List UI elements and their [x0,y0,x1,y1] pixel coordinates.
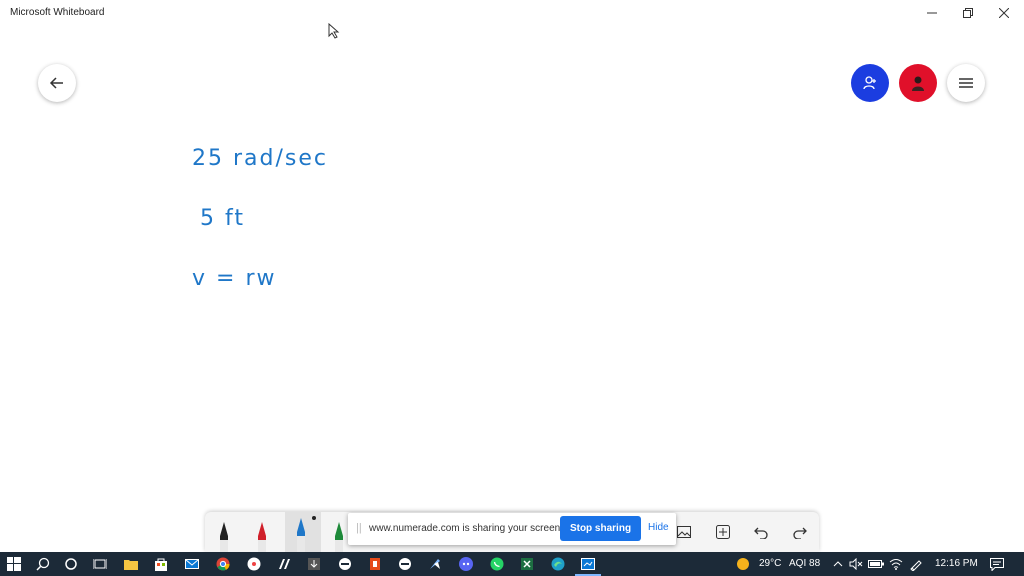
green-pen-tool[interactable] [332,520,346,552]
office-icon [370,558,380,570]
cortana-button[interactable] [62,555,80,573]
whiteboard-app-icon [581,558,595,570]
feather-app-icon [430,559,440,569]
file-explorer-button[interactable] [122,555,140,573]
excel-button[interactable] [518,555,536,573]
ink-line-formula: v = rw [192,266,276,291]
app-button-3[interactable] [336,555,354,573]
stylus-app-icon [279,559,290,569]
whatsapp-button[interactable] [488,555,506,573]
chrome-button[interactable] [214,555,232,573]
office-button[interactable] [366,555,384,573]
search-icon [36,557,50,571]
edge-icon [551,557,565,571]
add-content-button[interactable] [713,522,733,542]
weather-temperature: 29°C [759,558,782,569]
itunes-button[interactable] [245,555,263,573]
ink-line-speed: 25 rad/sec [192,146,328,171]
excel-icon [521,558,533,570]
pen-workspace-button[interactable] [907,555,925,573]
notifications-button[interactable] [988,555,1006,573]
task-view-icon [93,559,107,569]
black-pen-tool[interactable] [217,520,231,552]
show-hidden-icons-button[interactable] [829,555,847,573]
plus-box-icon [716,525,730,539]
task-view-button[interactable] [91,555,109,573]
store-button[interactable] [152,555,170,573]
ink-layer: 25 rad/sec 5 ft v = rw [192,146,328,291]
chevron-up-icon [833,561,843,567]
insert-image-button[interactable] [674,522,694,542]
discord-button[interactable] [457,555,475,573]
wifi-icon [889,559,903,570]
image-icon [677,526,691,538]
taskbar-clock[interactable]: 12:16 PM [935,558,978,569]
undo-icon [754,527,768,539]
sun-icon [737,558,749,570]
app-button-4[interactable] [396,555,414,573]
screen-sharing-banner: || www.numerade.com is sharing your scre… [348,513,676,545]
windows-logo-icon [7,557,21,571]
redo-icon [793,527,807,539]
whiteboard-taskbar-button[interactable] [579,555,597,573]
pen-workspace-icon [910,560,922,571]
blue-pen-tool[interactable] [294,516,308,552]
app-button-1[interactable] [275,555,293,573]
hide-banner-link[interactable]: Hide [648,522,669,533]
undo-button[interactable] [751,522,771,542]
start-button[interactable] [5,555,23,573]
generic-app-icon [339,558,351,570]
wifi-button[interactable] [887,555,905,573]
folder-icon [124,560,138,570]
sharing-message: www.numerade.com is sharing your screen. [369,523,563,534]
music-icon [247,557,261,571]
generic-app-icon [399,558,411,570]
drag-handle-icon[interactable]: || [356,522,362,534]
air-quality-index: AQI 88 [789,558,821,569]
search-button[interactable] [34,555,52,573]
app-button-2[interactable] [305,555,323,573]
whatsapp-icon [490,557,504,571]
redo-button[interactable] [790,522,810,542]
app-button-5[interactable] [426,555,444,573]
stop-sharing-button[interactable]: Stop sharing [560,516,641,541]
discord-icon [459,557,473,571]
mail-icon [185,559,199,569]
notification-icon [990,557,1004,571]
shopping-bag-icon [155,558,167,571]
battery-button[interactable] [867,555,885,573]
selected-dot-icon [312,516,316,520]
edge-button[interactable] [549,555,567,573]
weather-widget[interactable] [734,555,752,573]
mail-button[interactable] [183,555,201,573]
download-app-icon [308,558,320,570]
battery-icon [868,560,884,568]
speaker-muted-icon [849,558,863,570]
cortana-circle-icon [65,558,77,570]
ink-line-radius: 5 ft [200,206,245,231]
taskbar: 29°C AQI 88 12:16 PM [0,552,1024,576]
volume-button[interactable] [847,555,865,573]
red-pen-tool[interactable] [255,520,269,552]
chrome-icon [216,557,230,571]
